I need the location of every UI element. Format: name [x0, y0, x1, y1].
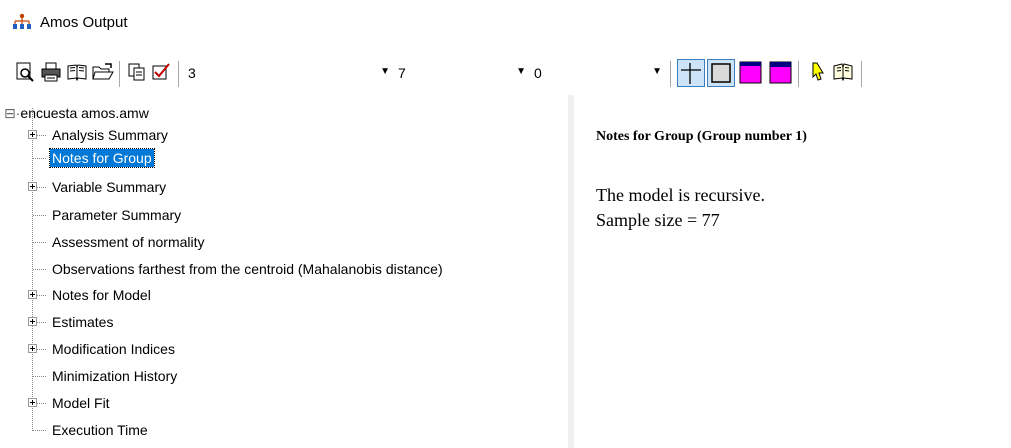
tree-connector — [33, 242, 46, 243]
combo-value: 0 — [534, 65, 542, 81]
tree-connector — [37, 322, 46, 323]
sample-size-note: Sample size = 77 — [596, 210, 720, 230]
toolbar: 3 ▼ 7 ▼ 0 ▼ — [0, 57, 1011, 91]
tree-item-label: Estimates — [52, 314, 114, 330]
title-bar: Amos Output — [0, 0, 1011, 38]
open-book-icon[interactable] — [832, 61, 854, 83]
toolbar-separator — [798, 61, 799, 87]
tree-connector — [37, 349, 46, 350]
output-content: Notes for Group (Group number 1) The mod… — [574, 95, 1011, 448]
table-rows-select[interactable]: 0 ▼ — [530, 61, 664, 85]
toolbar-separator — [670, 61, 671, 87]
magenta-table-icon[interactable] — [767, 59, 795, 87]
tree-root-label: encuesta amos.amw — [20, 105, 149, 121]
expand-icon[interactable] — [28, 290, 37, 299]
copy-icon[interactable] — [126, 61, 148, 83]
column-spacing-select[interactable]: 7 ▼ — [394, 61, 528, 85]
print-icon[interactable] — [40, 61, 62, 83]
grid-lines-icon[interactable] — [677, 59, 705, 87]
tree-connector — [33, 376, 46, 377]
pointer-help-icon[interactable] — [806, 61, 828, 83]
window-title: Amos Output — [40, 14, 128, 31]
model-recursive-note: The model is recursive. — [596, 185, 765, 205]
toolbar-separator — [861, 61, 862, 87]
decimal-places-select[interactable]: 3 ▼ — [184, 61, 392, 85]
tree-item-label: Variable Summary — [52, 179, 167, 195]
tree-item-label: Minimization History — [52, 368, 178, 384]
tree-connector — [33, 269, 46, 270]
tree-connector — [37, 135, 46, 136]
expand-icon[interactable] — [28, 398, 37, 407]
tree-item-label: Notes for Group — [49, 148, 155, 168]
print-preview-icon[interactable] — [14, 61, 36, 83]
book-icon[interactable] — [66, 61, 88, 83]
combo-value: 3 — [188, 65, 196, 81]
toolbar-separator — [119, 61, 120, 87]
chevron-down-icon: ▼ — [652, 66, 662, 77]
tree-connector — [33, 215, 46, 216]
tree-root[interactable]: ⊟·encuesta amos.amw — [4, 105, 149, 122]
tree-connector — [33, 430, 46, 431]
tree-item-label: Parameter Summary — [52, 207, 182, 223]
tree-connector — [37, 295, 46, 296]
tree-item-label: Execution Time — [52, 422, 148, 438]
tree-item-label: Observations farthest from the centroid … — [52, 261, 443, 277]
expand-icon[interactable] — [28, 317, 37, 326]
checkbox-icon[interactable] — [150, 61, 172, 83]
expand-icon[interactable] — [28, 130, 37, 139]
amos-app-icon — [13, 13, 31, 29]
chevron-down-icon: ▼ — [380, 66, 390, 77]
open-folder-icon[interactable] — [92, 61, 114, 83]
tree-item-label: Modification Indices — [52, 341, 175, 357]
expand-icon[interactable] — [28, 182, 37, 191]
tree-item-label: Assessment of normality — [52, 234, 205, 250]
tree-connector — [33, 158, 46, 159]
tree-root-connector: ⊟· — [4, 105, 21, 121]
section-heading: Notes for Group (Group number 1) — [596, 129, 807, 144]
tree-item-label: Analysis Summary — [52, 127, 168, 143]
expand-icon[interactable] — [28, 344, 37, 353]
tree-connector — [37, 403, 46, 404]
magenta-header-icon[interactable] — [737, 59, 765, 87]
tree-item-label: Notes for Model — [52, 287, 151, 303]
combo-value: 7 — [398, 65, 406, 81]
tree-connector — [37, 187, 46, 188]
chevron-down-icon: ▼ — [516, 66, 526, 77]
toolbar-separator — [178, 61, 179, 87]
tree-item-label: Model Fit — [52, 395, 110, 411]
table-border-icon[interactable] — [707, 59, 735, 87]
